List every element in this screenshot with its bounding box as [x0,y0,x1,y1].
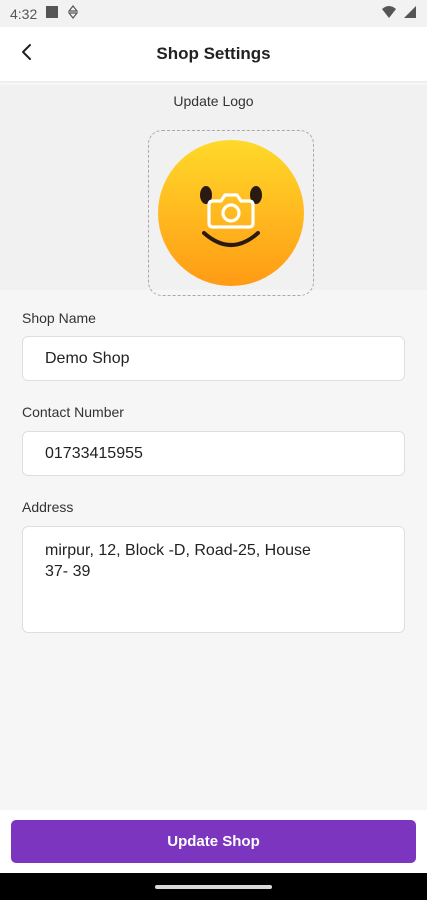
update-shop-button[interactable]: Update Shop [11,820,416,863]
page-title: Shop Settings [156,44,271,63]
contact-number-label: Contact Number [22,404,124,420]
app-bar: Shop Settings [0,27,427,81]
logo-upload-button[interactable] [148,130,314,296]
status-time: 4:32 [10,5,38,22]
shop-name-input[interactable]: Demo Shop [22,336,405,381]
shop-name-label: Shop Name [22,310,96,326]
wifi-icon [381,5,397,22]
status-left: 4:32 [10,5,79,22]
address-text: mirpur, 12, Block -D, Road-25, House 37-… [45,542,311,580]
logo-section: Update Logo [0,85,427,296]
chevron-left-icon [20,43,34,66]
home-indicator[interactable] [155,885,272,889]
contact-number-input[interactable]: 01733415955 [22,431,405,476]
shop-form: Shop Name Demo Shop Contact Number 01733… [0,290,427,810]
address-label: Address [22,499,74,515]
status-bar: 4:32 [0,0,427,27]
update-logo-label: Update Logo [173,93,254,109]
bottom-action-area: Update Shop [0,810,427,873]
smiley-face-logo [158,140,304,286]
system-navigation-bar [0,873,427,900]
back-button[interactable] [12,39,42,69]
data-saver-icon [67,5,79,22]
address-textarea[interactable]: mirpur, 12, Block -D, Road-25, House 37-… [22,526,405,633]
signal-icon [403,5,417,22]
status-right [381,5,417,22]
notification-square-icon [45,5,59,22]
